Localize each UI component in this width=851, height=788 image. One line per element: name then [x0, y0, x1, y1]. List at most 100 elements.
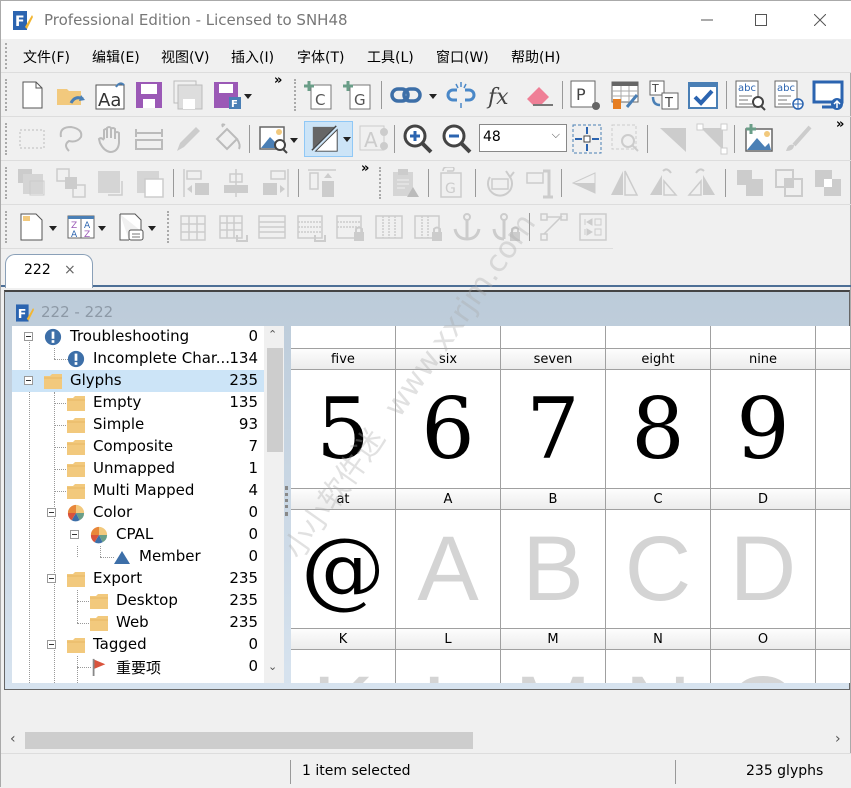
- menu-file[interactable]: 文件(F): [23, 47, 70, 67]
- glyph-cell[interactable]: 5: [291, 370, 396, 488]
- glyph-cell[interactable]: L: [396, 650, 501, 683]
- tree-item[interactable]: Troubleshooting 0: [12, 326, 264, 348]
- align-left-button[interactable]: [181, 167, 213, 199]
- add-image-button[interactable]: [743, 123, 775, 155]
- convert-text-button[interactable]: TT: [648, 79, 680, 111]
- scroll-left-icon[interactable]: ‹: [10, 731, 16, 747]
- eraser-button[interactable]: [523, 79, 555, 111]
- new-file-button[interactable]: [16, 79, 48, 111]
- new-document-dropdown-icon[interactable]: [49, 226, 57, 231]
- glyph-cell[interactable]: D: [711, 510, 816, 628]
- save-all-button[interactable]: [172, 79, 204, 111]
- glyph-name-header[interactable]: A: [396, 488, 501, 510]
- text-style-button[interactable]: A: [358, 123, 390, 155]
- tree-item[interactable]: Simple 93: [12, 414, 264, 436]
- tree-item[interactable]: Glyphs 235: [12, 370, 264, 392]
- scroll-right-icon[interactable]: ›: [835, 731, 841, 747]
- align-top-button[interactable]: [306, 167, 338, 199]
- tree-item[interactable]: Unmapped 1: [12, 458, 264, 480]
- edit-table-button[interactable]: [609, 79, 641, 111]
- vertical-guides-button[interactable]: [373, 211, 405, 243]
- add-glyph-button[interactable]: G: [342, 79, 374, 111]
- glyph-name-header[interactable]: five: [291, 348, 396, 370]
- collapse-icon[interactable]: [47, 640, 56, 649]
- arrange-button[interactable]: [55, 167, 87, 199]
- glyph-name-header[interactable]: O: [711, 628, 816, 650]
- anchor-lock-button[interactable]: [490, 211, 522, 243]
- horizontal-guides-lock-button[interactable]: [334, 211, 366, 243]
- menu-edit[interactable]: 编辑(E): [92, 47, 140, 67]
- glyph-name-header[interactable]: [816, 628, 850, 650]
- glyph-name-header[interactable]: B: [501, 488, 606, 510]
- fill-button[interactable]: [211, 123, 243, 155]
- glyph-name-header[interactable]: L: [396, 628, 501, 650]
- vertical-guides-lock-button[interactable]: [412, 211, 444, 243]
- unlink-button[interactable]: [445, 79, 477, 111]
- horizontal-scroll-thumb[interactable]: [25, 732, 473, 749]
- glyph-name-header[interactable]: six: [396, 348, 501, 370]
- glyph-cell[interactable]: 9: [711, 370, 816, 488]
- glyph-cell[interactable]: [816, 370, 850, 488]
- glyph-name-header[interactable]: N: [606, 628, 711, 650]
- web-text-button[interactable]: abc: [773, 79, 805, 111]
- union-button[interactable]: [734, 167, 766, 199]
- glyph-name-header[interactable]: [816, 348, 850, 370]
- glyph-cell[interactable]: @: [291, 510, 396, 628]
- tree-item[interactable]: Multi Mapped 4: [12, 480, 264, 502]
- background-image-button[interactable]: [258, 123, 290, 155]
- glyph-name-header[interactable]: C: [606, 488, 711, 510]
- toolbar-grip[interactable]: [167, 211, 170, 243]
- maximize-button[interactable]: [738, 1, 784, 39]
- validate-button[interactable]: [687, 79, 719, 111]
- fill-mode-button[interactable]: [304, 121, 353, 157]
- fit-to-window-button[interactable]: [571, 123, 603, 155]
- rotate-button[interactable]: [484, 167, 516, 199]
- new-document-button[interactable]: [16, 211, 48, 243]
- horizontal-guides-button[interactable]: [256, 211, 288, 243]
- collapse-icon[interactable]: [24, 332, 33, 341]
- tab-close-icon[interactable]: ×: [64, 262, 76, 278]
- lasso-button[interactable]: [55, 123, 87, 155]
- glyph-name-header[interactable]: M: [501, 628, 606, 650]
- tree-item[interactable]: Color 0: [12, 502, 264, 524]
- toolbar-grip[interactable]: [5, 79, 8, 111]
- sort-dropdown-icon[interactable]: [98, 226, 106, 231]
- add-character-button[interactable]: C: [303, 79, 335, 111]
- intersect-button[interactable]: [773, 167, 805, 199]
- collapse-icon[interactable]: [24, 376, 33, 385]
- glyph-cell[interactable]: A: [396, 510, 501, 628]
- collapse-icon[interactable]: [47, 508, 56, 517]
- glyph-cell-partial[interactable]: [396, 326, 501, 348]
- bring-to-front-button[interactable]: [16, 167, 48, 199]
- glyph-cell[interactable]: C: [606, 510, 711, 628]
- align-right-button[interactable]: [259, 167, 291, 199]
- glyph-cell-partial[interactable]: [606, 326, 711, 348]
- glyph-cell[interactable]: 8: [606, 370, 711, 488]
- background-dropdown-icon[interactable]: [290, 138, 298, 143]
- linked-glyph-button[interactable]: G: [437, 167, 469, 199]
- toolbar-grip[interactable]: [294, 79, 297, 111]
- measure-button[interactable]: [133, 123, 165, 155]
- hand-tool-button[interactable]: [94, 123, 126, 155]
- rotate-right-button[interactable]: [686, 167, 718, 199]
- grid-button[interactable]: [178, 211, 210, 243]
- link-button[interactable]: [390, 79, 422, 111]
- document-comment-dropdown-icon[interactable]: [148, 226, 156, 231]
- exclude-button[interactable]: [812, 167, 844, 199]
- tree-scrollbar[interactable]: ⌃ ⌄: [264, 326, 284, 683]
- brush-button[interactable]: [782, 123, 814, 155]
- glyph-name-header[interactable]: K: [291, 628, 396, 650]
- glyph-name-header[interactable]: D: [711, 488, 816, 510]
- tree-item[interactable]: Empty 135: [12, 392, 264, 414]
- horizontal-scrollbar[interactable]: ‹ ›: [4, 730, 850, 750]
- glyph-name-header[interactable]: eight: [606, 348, 711, 370]
- zoom-in-button[interactable]: [402, 123, 434, 155]
- glyph-cell[interactable]: [816, 510, 850, 628]
- toolbar-grip[interactable]: [379, 167, 382, 199]
- minimize-button[interactable]: [684, 1, 730, 39]
- tab-222[interactable]: 222 ×: [5, 254, 93, 288]
- spell-check-button[interactable]: abc: [734, 79, 766, 111]
- tree-item[interactable]: Incomplete Char... 134: [12, 348, 264, 370]
- anchor-button[interactable]: [451, 211, 483, 243]
- toolbar-overflow-button[interactable]: »: [836, 117, 845, 132]
